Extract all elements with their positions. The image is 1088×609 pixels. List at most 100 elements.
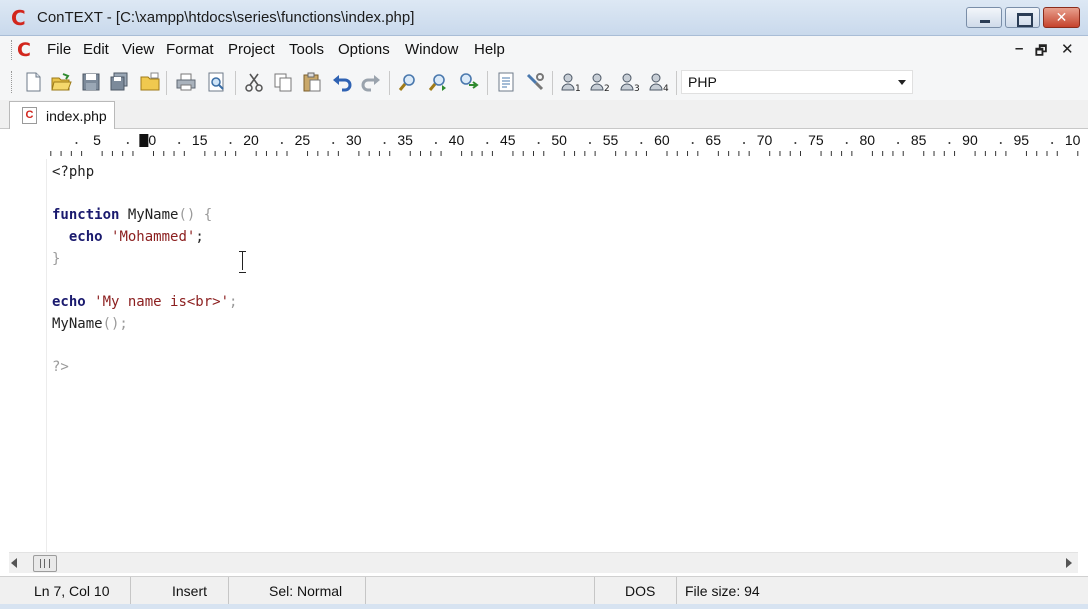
tab-label: index.php — [46, 108, 107, 124]
find-next-icon[interactable] — [427, 71, 449, 93]
copy-icon[interactable] — [272, 71, 294, 93]
menu-file[interactable]: File — [47, 41, 71, 58]
ruler-label: 75 — [808, 132, 824, 148]
horizontal-scrollbar[interactable] — [9, 552, 1078, 573]
menu-tools[interactable]: Tools — [289, 41, 324, 58]
menu-options[interactable]: Options — [338, 41, 390, 58]
toolbar-separator — [235, 71, 236, 95]
menu-grip[interactable] — [11, 40, 14, 60]
cut-icon[interactable] — [243, 71, 265, 93]
user-command-3-icon[interactable]: 3 — [619, 71, 641, 94]
ruler-label: 20 — [243, 132, 259, 148]
mdi-close-button[interactable]: ✕ — [1061, 40, 1074, 58]
menu-project[interactable]: Project — [228, 41, 275, 58]
status-position-text: Ln 7, Col 10 — [34, 583, 110, 599]
paste-icon[interactable] — [301, 71, 323, 93]
redo-icon[interactable] — [360, 71, 382, 93]
code-token: (); — [102, 316, 128, 332]
title-bar[interactable]: C ConTEXT - [C:\xampp\htdocs\series\func… — [0, 0, 1088, 36]
code-token: MyName — [127, 207, 179, 223]
tab-bar: C index.php — [0, 100, 1088, 129]
context-logo-icon: C — [11, 6, 26, 30]
ruler-dot — [434, 142, 437, 144]
save-all-icon[interactable] — [108, 71, 130, 93]
toolbar-separator — [389, 71, 390, 95]
status-mode[interactable]: Insert — [131, 577, 229, 605]
status-selection-text: Sel: Normal — [269, 583, 343, 599]
open-file-icon[interactable] — [50, 71, 72, 93]
highlighter-value: PHP — [688, 74, 717, 90]
ruler-dot — [537, 142, 540, 144]
menu-bar: C File Edit View Format Project Tools Op… — [0, 36, 1088, 64]
minimize-button[interactable] — [966, 7, 1002, 28]
svg-text:1: 1 — [575, 84, 581, 93]
menu-format[interactable]: Format — [166, 41, 214, 58]
mouse-ibeam-cursor — [239, 251, 247, 273]
menu-help[interactable]: Help — [474, 41, 505, 58]
scroll-right-icon[interactable] — [1066, 558, 1072, 568]
code-token: MyName — [52, 316, 103, 332]
scroll-left-icon[interactable] — [11, 558, 17, 568]
print-preview-icon[interactable] — [205, 71, 227, 93]
ruler-dot — [126, 142, 129, 144]
scroll-thumb[interactable] — [33, 555, 57, 572]
ruler-dot — [948, 142, 951, 144]
ruler-dot — [332, 142, 335, 144]
save-icon[interactable] — [80, 71, 102, 93]
tab-index-php[interactable]: C index.php — [9, 101, 115, 129]
print-icon[interactable] — [175, 71, 197, 93]
svg-text:4: 4 — [663, 84, 669, 93]
status-line-ending-text: DOS — [625, 583, 656, 599]
editor-gutter[interactable] — [0, 159, 47, 552]
open-folder-icon[interactable] — [139, 71, 161, 93]
ruler-dot — [845, 142, 848, 144]
mdi-restore-button[interactable]: 🗗 — [1035, 42, 1047, 64]
find-icon[interactable] — [397, 71, 419, 93]
ruler-dot — [691, 142, 694, 144]
ruler-label: 60 — [654, 132, 670, 148]
toolbar-grip[interactable] — [11, 71, 14, 93]
status-mode-text: Insert — [172, 583, 208, 599]
ruler-label: 10 — [1065, 132, 1081, 148]
document-logo-icon[interactable]: C — [17, 39, 31, 61]
tools-icon[interactable] — [524, 71, 546, 93]
menu-edit[interactable]: Edit — [83, 41, 109, 58]
new-file-icon[interactable] — [22, 71, 44, 93]
code-token: } — [52, 251, 61, 267]
window-bottom-border — [0, 604, 1088, 609]
code-line: ?> — [52, 356, 69, 378]
ruler-label: 80 — [859, 132, 875, 148]
svg-text:2: 2 — [604, 84, 610, 93]
status-blank — [366, 577, 595, 605]
status-selection[interactable]: Sel: Normal — [229, 577, 366, 605]
properties-icon[interactable] — [495, 71, 517, 93]
undo-icon[interactable] — [331, 71, 353, 93]
ruler-label: 70 — [757, 132, 773, 148]
ruler-dot — [75, 142, 78, 144]
code-token: 'My name is<br>' — [94, 294, 230, 310]
mdi-minimize-button[interactable]: – — [1015, 40, 1023, 57]
chevron-down-icon — [898, 80, 906, 85]
column-ruler: 5 10 15 20 25 30 35 40 45 50 55 60 65 70 75 80 85 90 95 10 — [0, 130, 1088, 158]
ruler-label: 15 — [192, 132, 208, 148]
user-command-2-icon[interactable]: 2 — [589, 71, 611, 94]
ruler-dot — [229, 142, 232, 144]
toolbar-separator — [487, 71, 488, 95]
code-token: () { — [178, 207, 213, 223]
code-line: } — [52, 248, 60, 270]
ruler-dot — [280, 142, 283, 144]
user-command-1-icon[interactable]: 1 — [560, 71, 582, 94]
menu-view[interactable]: View — [122, 41, 154, 58]
ruler-dot — [588, 142, 591, 144]
code-line: MyName(); — [52, 313, 128, 335]
replace-icon[interactable] — [457, 71, 479, 93]
close-button[interactable]: ✕ — [1043, 7, 1080, 28]
menu-window[interactable]: Window — [405, 41, 458, 58]
highlighter-select[interactable]: PHP — [681, 70, 913, 94]
status-line-ending[interactable]: DOS — [595, 577, 677, 605]
user-command-4-icon[interactable]: 4 — [648, 71, 670, 94]
code-editor[interactable]: <?php function MyName() { echo 'Mohammed'… — [0, 159, 1088, 552]
ruler-label: 35 — [397, 132, 413, 148]
ruler-label: 45 — [500, 132, 516, 148]
maximize-button[interactable] — [1005, 7, 1040, 28]
